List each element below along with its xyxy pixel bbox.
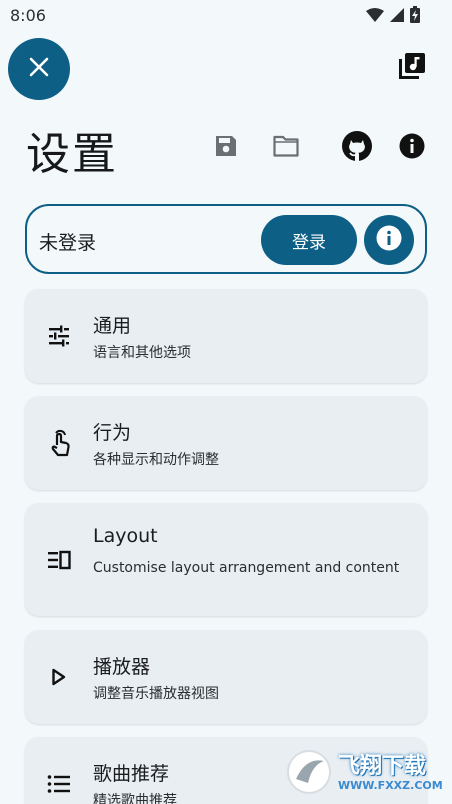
list-icon (45, 770, 73, 798)
menu-subtitle: Customise layout arrangement and content (93, 560, 400, 576)
music-library-icon (399, 53, 425, 83)
watermark-text: 飞翔下载 WWW.FXXZ.COM (338, 755, 443, 793)
close-icon (29, 57, 49, 81)
watermark-main: 飞翔下载 (338, 754, 427, 779)
close-button[interactable] (8, 38, 70, 100)
wifi-icon (366, 7, 384, 26)
menu-title: 歌曲推荐 (93, 763, 170, 785)
watermark: 飞翔下载 WWW.FXXZ.COM (286, 744, 452, 804)
menu-item-layout[interactable]: Layout Customise layout arrangement and … (25, 503, 427, 616)
menu-title: 行为 (93, 422, 132, 444)
folder-icon (273, 135, 299, 161)
music-library-button[interactable] (398, 53, 426, 83)
info-icon (376, 225, 402, 255)
menu-item-general[interactable]: 通用 语言和其他选项 (25, 289, 427, 383)
menu-title: 播放器 (93, 656, 151, 678)
layout-icon (45, 546, 73, 574)
status-bar: 8:06 (0, 0, 452, 32)
login-button[interactable]: 登录 (261, 215, 357, 265)
signal-icon (390, 7, 404, 26)
menu-title: 通用 (93, 315, 132, 337)
account-card: 未登录 登录 (25, 204, 427, 274)
menu-item-behaviour[interactable]: 行为 各种显示和动作调整 (25, 396, 427, 490)
menu-subtitle: 调整音乐播放器视图 (93, 686, 219, 702)
page-title: 设置 (26, 129, 118, 180)
play-icon (45, 663, 73, 691)
watermark-sub: WWW.FXXZ.COM (338, 779, 443, 792)
battery-icon (410, 6, 420, 27)
info-icon (399, 133, 425, 163)
account-status: 未登录 (39, 232, 97, 254)
watermark-logo-icon (286, 749, 332, 799)
menu-item-player[interactable]: 播放器 调整音乐播放器视图 (25, 630, 427, 724)
folder-button[interactable] (269, 131, 303, 165)
account-info-button[interactable] (364, 215, 414, 265)
github-icon (342, 131, 372, 165)
save-button[interactable] (209, 131, 243, 165)
save-icon (214, 134, 238, 162)
about-button[interactable] (395, 131, 429, 165)
status-icons (366, 6, 420, 27)
menu-subtitle: 各种显示和动作调整 (93, 452, 219, 468)
touch-icon (45, 429, 73, 457)
status-time: 8:06 (10, 6, 46, 25)
menu-title: Layout (93, 525, 158, 547)
github-button[interactable] (340, 131, 374, 165)
tune-icon (45, 322, 73, 350)
menu-subtitle: 语言和其他选项 (93, 345, 191, 361)
